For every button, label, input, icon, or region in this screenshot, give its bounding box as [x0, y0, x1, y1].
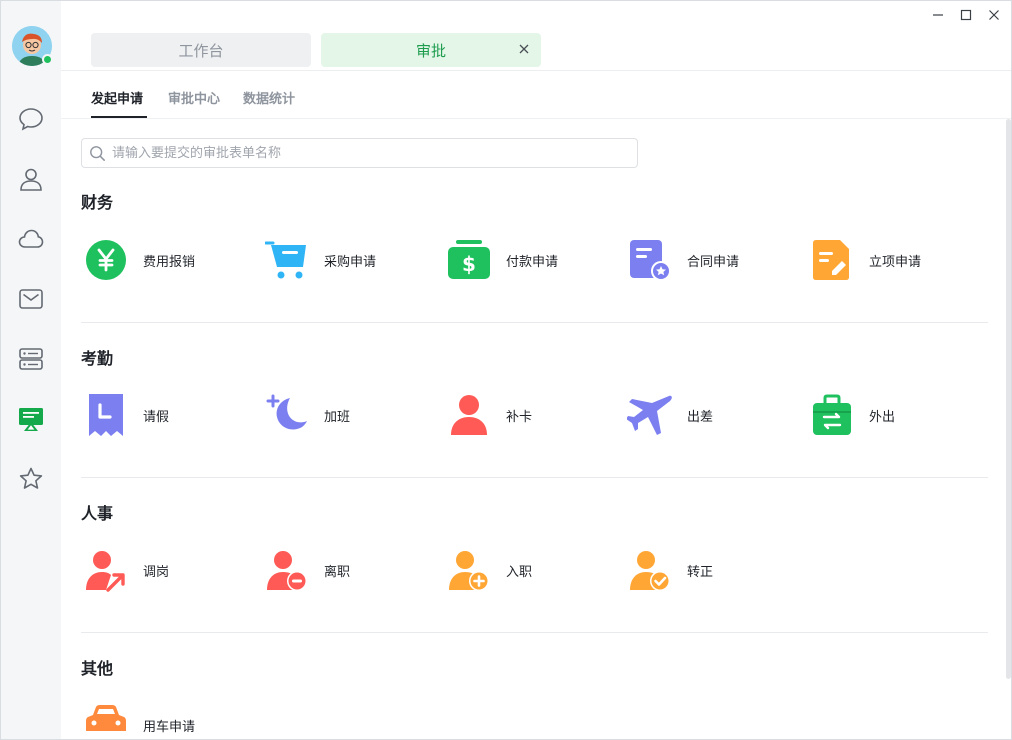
app-onboarding[interactable]: 入职 — [446, 545, 616, 595]
tab-approval[interactable]: 审批 — [321, 33, 541, 67]
person-icon — [446, 392, 492, 438]
app-label: 合同申请 — [687, 254, 740, 270]
shopping-cart-icon — [264, 237, 310, 283]
app-expense-reimbursement[interactable]: 费用报销 — [83, 235, 253, 285]
storage-icon[interactable] — [16, 344, 46, 374]
regular-person-icon — [627, 547, 673, 593]
transfer-person-icon — [83, 547, 129, 593]
app-label: 外出 — [869, 409, 896, 425]
app-contract-request[interactable]: 合同申请 — [627, 235, 797, 285]
app-window: 工作台 审批 发起申请 审批中心 数据统计 财务 费用报销 采购申请 $ — [0, 0, 1012, 740]
resign-person-icon — [264, 547, 310, 593]
app-label: 用车申请 — [143, 719, 196, 735]
app-regularization[interactable]: 转正 — [627, 545, 797, 595]
tab-label: 工作台 — [178, 41, 224, 60]
app-leave[interactable]: 请假 — [83, 390, 253, 440]
mail-icon[interactable] — [16, 284, 46, 314]
online-status-dot — [42, 54, 53, 65]
subtab-statistics[interactable]: 数据统计 — [243, 88, 295, 107]
star-icon[interactable] — [16, 464, 46, 494]
cloud-icon[interactable] — [16, 224, 46, 254]
divider — [81, 322, 988, 323]
cash-icon: $ — [446, 237, 492, 283]
project-doc-icon — [809, 237, 855, 283]
app-label: 费用报销 — [143, 254, 196, 270]
app-resignation[interactable]: 离职 — [264, 545, 434, 595]
car-icon — [83, 702, 129, 739]
section-title: 人事 — [81, 504, 114, 523]
contacts-icon[interactable] — [16, 164, 46, 194]
scrollbar[interactable] — [1006, 119, 1011, 679]
contract-icon — [627, 237, 673, 283]
subtab-initiate[interactable]: 发起申请 — [91, 88, 143, 107]
divider — [61, 118, 1011, 119]
section-title: 其他 — [81, 659, 114, 678]
maximize-button[interactable] — [955, 5, 977, 25]
tab-workbench[interactable]: 工作台 — [91, 33, 311, 67]
onboard-person-icon — [446, 547, 492, 593]
minimize-button[interactable] — [927, 5, 949, 25]
svg-text:$: $ — [462, 252, 476, 276]
leave-icon — [83, 392, 129, 438]
sidebar — [1, 1, 61, 739]
approval-icon[interactable] — [16, 404, 46, 434]
yen-coin-icon — [83, 237, 129, 283]
airplane-icon — [627, 392, 673, 438]
app-label: 立项申请 — [869, 254, 922, 270]
app-payment-request[interactable]: $ 付款申请 — [446, 235, 616, 285]
tab-label: 审批 — [415, 41, 446, 60]
divider — [81, 632, 988, 633]
divider — [61, 70, 1011, 71]
app-punch-correction[interactable]: 补卡 — [446, 390, 616, 440]
app-label: 加班 — [324, 409, 351, 425]
app-job-transfer[interactable]: 调岗 — [83, 545, 253, 595]
app-label: 入职 — [506, 564, 533, 580]
app-overtime[interactable]: 加班 — [264, 390, 434, 440]
search-box — [81, 138, 638, 168]
app-label: 付款申请 — [506, 254, 559, 270]
briefcase-icon — [809, 392, 855, 438]
app-vehicle-request[interactable]: 用车申请 — [83, 700, 253, 739]
section-title: 财务 — [81, 193, 114, 212]
divider — [81, 477, 988, 478]
app-label: 采购申请 — [324, 254, 377, 270]
app-label: 离职 — [324, 564, 351, 580]
app-label: 调岗 — [143, 564, 170, 580]
moon-icon — [264, 392, 310, 438]
subtab-approval-center[interactable]: 审批中心 — [168, 88, 220, 107]
app-business-trip[interactable]: 出差 — [627, 390, 797, 440]
app-going-out[interactable]: 外出 — [809, 390, 979, 440]
search-icon — [89, 145, 106, 162]
app-label: 转正 — [687, 564, 714, 580]
app-label: 补卡 — [506, 409, 533, 425]
app-label: 出差 — [687, 409, 714, 425]
chat-icon[interactable] — [16, 104, 46, 134]
app-label: 请假 — [143, 409, 170, 425]
section-title: 考勤 — [81, 349, 114, 368]
search-input[interactable] — [112, 143, 632, 163]
app-purchase-request[interactable]: 采购申请 — [264, 235, 434, 285]
close-window-button[interactable] — [983, 5, 1005, 25]
app-project-request[interactable]: 立项申请 — [809, 235, 979, 285]
close-tab-icon[interactable] — [516, 41, 532, 57]
